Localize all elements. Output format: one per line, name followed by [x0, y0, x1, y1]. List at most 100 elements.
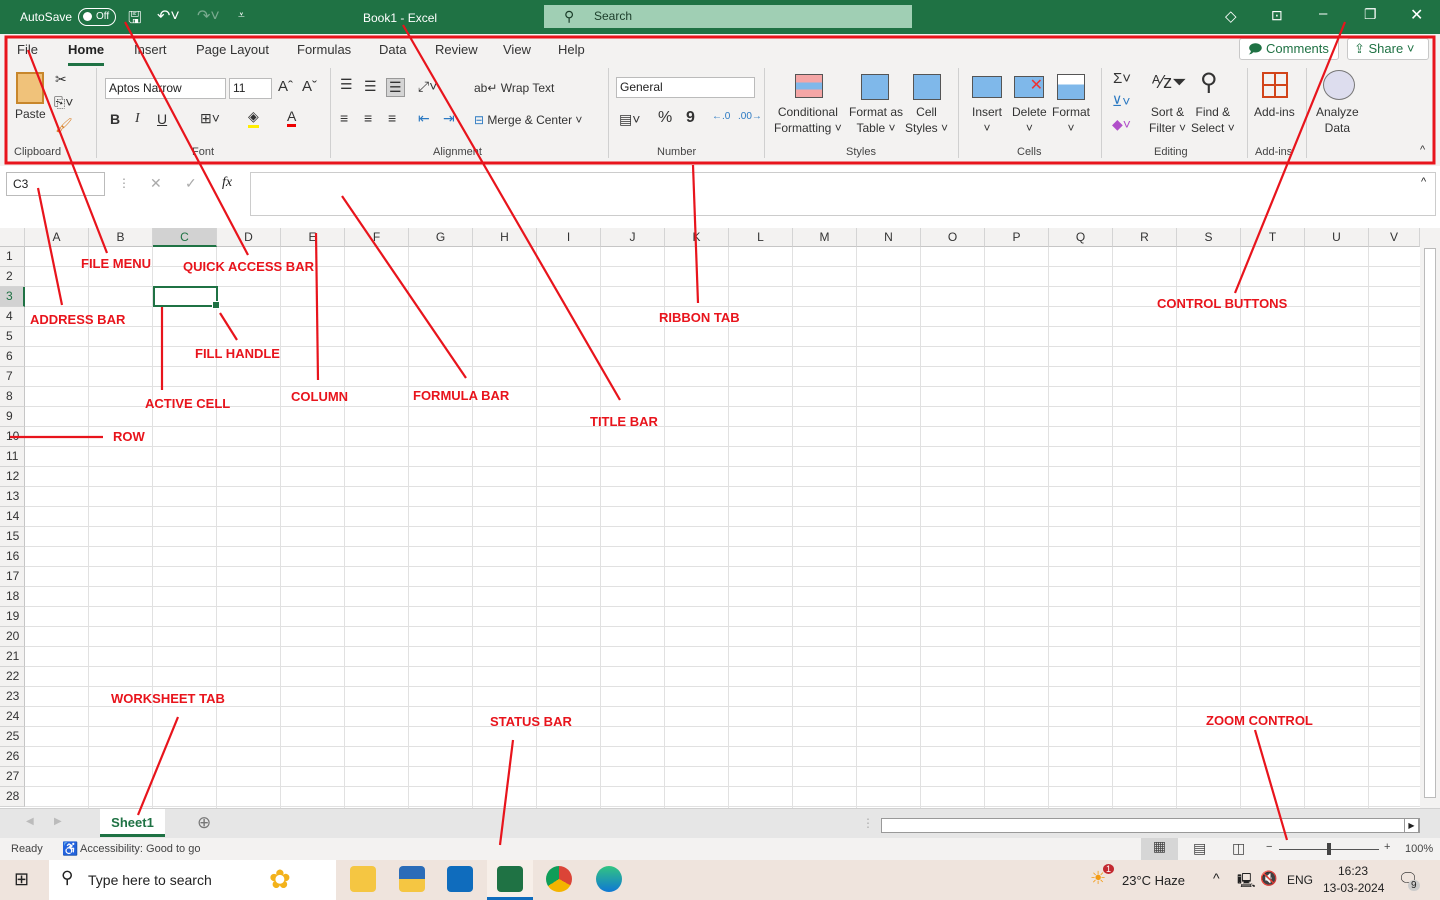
comments-button[interactable]: 🗩 Comments: [1239, 38, 1339, 60]
increase-decimal-icon[interactable]: ←.0: [712, 111, 730, 122]
increase-indent-icon[interactable]: ⇥: [443, 110, 455, 127]
show-hidden-icons[interactable]: ^: [1213, 870, 1220, 886]
clear-icon[interactable]: ◆˅: [1112, 116, 1131, 133]
middle-align-icon[interactable]: ☰: [364, 78, 377, 95]
cell-styles-button[interactable]: Cell Styles ˅: [905, 104, 948, 136]
network-icon[interactable]: 🖳: [1237, 870, 1256, 894]
row-header[interactable]: 4: [0, 307, 25, 327]
column-header[interactable]: E: [281, 228, 345, 247]
row-header[interactable]: 28: [0, 787, 25, 807]
row-header[interactable]: 22: [0, 667, 25, 687]
save-icon[interactable]: 🖫: [128, 7, 142, 34]
share-button[interactable]: ⇪ Share ˅: [1347, 38, 1429, 60]
bold-button[interactable]: B: [110, 111, 120, 127]
prev-sheet-icon[interactable]: ◀: [26, 816, 34, 827]
align-left-icon[interactable]: ≡: [340, 110, 348, 126]
column-header[interactable]: N: [857, 228, 921, 247]
column-header[interactable]: L: [729, 228, 793, 247]
conditional-formatting-button[interactable]: Conditional Formatting ˅: [774, 104, 842, 136]
orientation-icon[interactable]: ⤢˅: [418, 78, 437, 95]
ribbon-display-icon[interactable]: ⊡: [1271, 7, 1283, 24]
formula-input[interactable]: [250, 172, 1436, 216]
row-header[interactable]: 8: [0, 387, 25, 407]
zoom-level[interactable]: 100%: [1405, 843, 1433, 855]
scroll-thumb[interactable]: [1424, 248, 1436, 798]
tab-review[interactable]: Review: [435, 42, 478, 57]
paste-button[interactable]: Paste: [15, 106, 46, 122]
app-icon[interactable]: [399, 866, 425, 892]
restore-button[interactable]: ❐: [1364, 6, 1377, 23]
row-header[interactable]: 3: [0, 287, 25, 307]
column-header[interactable]: K: [665, 228, 729, 247]
active-cell[interactable]: [153, 286, 220, 309]
column-header[interactable]: C: [153, 228, 217, 247]
undo-icon[interactable]: ↶˅: [157, 6, 180, 26]
align-center-icon[interactable]: ≡: [364, 110, 372, 126]
chrome-icon[interactable]: [546, 866, 572, 892]
row-header[interactable]: 24: [0, 707, 25, 727]
next-sheet-icon[interactable]: ▶: [54, 816, 62, 827]
accessibility-status[interactable]: Accessibility: Good to go: [80, 843, 200, 855]
row-header[interactable]: 15: [0, 527, 25, 547]
page-break-view-icon[interactable]: ◫: [1232, 840, 1245, 857]
row-header[interactable]: 17: [0, 567, 25, 587]
close-button[interactable]: ✕: [1410, 5, 1423, 25]
insert-function-icon[interactable]: fx: [222, 175, 232, 191]
bottom-align-icon[interactable]: ☰: [386, 78, 405, 97]
fill-icon[interactable]: ⊻˅: [1112, 93, 1130, 110]
column-header[interactable]: B: [89, 228, 153, 247]
font-name-dropdown[interactable]: Aptos Narrow: [105, 78, 226, 99]
row-header[interactable]: 10: [0, 427, 25, 447]
autosave-toggle[interactable]: Off: [78, 8, 116, 26]
file-explorer-icon[interactable]: [350, 866, 376, 892]
row-header[interactable]: 13: [0, 487, 25, 507]
row-header[interactable]: 20: [0, 627, 25, 647]
collapse-ribbon-icon[interactable]: ^: [1420, 144, 1425, 156]
excel-taskbar-button[interactable]: [487, 860, 533, 900]
decrease-indent-icon[interactable]: ⇤: [418, 110, 430, 127]
search-box[interactable]: ⚲ Search: [544, 5, 912, 28]
name-box[interactable]: C3: [6, 172, 105, 196]
language-indicator[interactable]: ENG: [1287, 873, 1313, 887]
tab-view[interactable]: View: [503, 42, 531, 57]
tab-page-layout[interactable]: Page Layout: [196, 42, 269, 57]
edge-icon[interactable]: [596, 866, 622, 892]
row-header[interactable]: 6: [0, 347, 25, 367]
add-sheet-icon[interactable]: ⊕: [197, 813, 211, 833]
row-header[interactable]: 12: [0, 467, 25, 487]
format-as-table-button[interactable]: Format as Table ˅: [849, 104, 903, 136]
percent-button[interactable]: %: [658, 109, 672, 127]
find-select-button[interactable]: Find & Select ˅: [1191, 104, 1235, 136]
increase-font-icon[interactable]: Aˆ: [278, 78, 293, 95]
column-header[interactable]: F: [345, 228, 409, 247]
decrease-decimal-icon[interactable]: .00→: [738, 111, 762, 122]
row-header[interactable]: 14: [0, 507, 25, 527]
column-header[interactable]: R: [1113, 228, 1177, 247]
wrap-text-button[interactable]: ab↵ Wrap Text: [474, 80, 554, 96]
row-header[interactable]: 1: [0, 247, 25, 267]
column-header[interactable]: V: [1369, 228, 1420, 247]
column-header[interactable]: U: [1305, 228, 1369, 247]
row-header[interactable]: 19: [0, 607, 25, 627]
row-header[interactable]: 5: [0, 327, 25, 347]
underline-button[interactable]: U: [157, 111, 167, 127]
diamond-icon[interactable]: ◇: [1225, 7, 1237, 25]
copy-icon[interactable]: ⎘˅: [54, 94, 73, 111]
column-header[interactable]: D: [217, 228, 281, 247]
row-header[interactable]: 26: [0, 747, 25, 767]
analyze-data-button[interactable]: Analyze Data: [1316, 104, 1359, 136]
accounting-format-icon[interactable]: ▤˅: [619, 111, 640, 128]
column-header[interactable]: G: [409, 228, 473, 247]
zoom-slider-thumb[interactable]: [1327, 843, 1331, 855]
select-all-button[interactable]: [0, 228, 25, 247]
column-header[interactable]: A: [25, 228, 89, 247]
taskbar-search[interactable]: ⚲ Type here to search ✿: [49, 860, 336, 900]
format-button[interactable]: Format ˅: [1052, 104, 1090, 136]
column-header[interactable]: T: [1241, 228, 1305, 247]
customize-qat-icon[interactable]: ⩡: [238, 8, 245, 23]
splitter-icon[interactable]: ⋮: [862, 816, 874, 830]
comma-button[interactable]: 9: [686, 109, 695, 127]
column-header[interactable]: J: [601, 228, 665, 247]
sort-filter-button[interactable]: Sort & Filter ˅: [1149, 104, 1186, 136]
fill-color-icon[interactable]: ◈: [248, 108, 259, 128]
